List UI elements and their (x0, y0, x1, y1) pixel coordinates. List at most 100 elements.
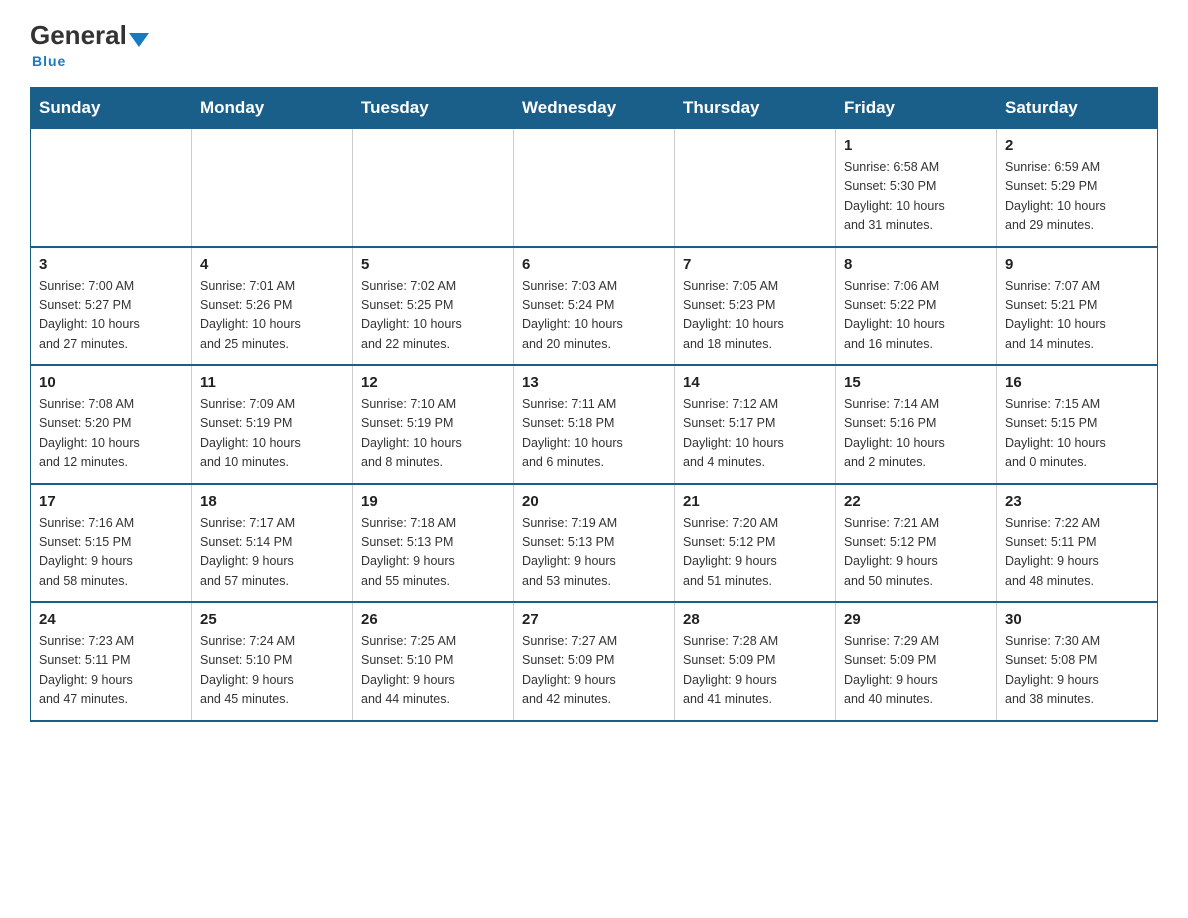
day-number: 21 (683, 493, 827, 510)
day-info: Sunrise: 7:08 AM Sunset: 5:20 PM Dayligh… (39, 395, 183, 473)
day-header-wednesday: Wednesday (514, 88, 675, 129)
day-info: Sunrise: 7:29 AM Sunset: 5:09 PM Dayligh… (844, 632, 988, 710)
day-info: Sunrise: 7:15 AM Sunset: 5:15 PM Dayligh… (1005, 395, 1149, 473)
calendar-cell: 13Sunrise: 7:11 AM Sunset: 5:18 PM Dayli… (514, 365, 675, 484)
day-number: 5 (361, 256, 505, 273)
day-number: 25 (200, 611, 344, 628)
day-info: Sunrise: 7:03 AM Sunset: 5:24 PM Dayligh… (522, 277, 666, 355)
day-info: Sunrise: 7:16 AM Sunset: 5:15 PM Dayligh… (39, 514, 183, 592)
day-info: Sunrise: 7:05 AM Sunset: 5:23 PM Dayligh… (683, 277, 827, 355)
day-number: 30 (1005, 611, 1149, 628)
day-header-saturday: Saturday (997, 88, 1158, 129)
calendar-cell: 16 Sunrise: 7:15 AM Sunset: 5:15 PM Dayli… (997, 365, 1158, 484)
calendar-cell: 26Sunrise: 7:25 AM Sunset: 5:10 PM Dayli… (353, 602, 514, 721)
day-number: 24 (39, 611, 183, 628)
calendar-cell: 20 Sunrise: 7:19 AM Sunset: 5:13 PM Dayli… (514, 484, 675, 603)
day-number: 17 (39, 493, 183, 510)
calendar-cell: 19 Sunrise: 7:18 AM Sunset: 5:13 PM Dayli… (353, 484, 514, 603)
calendar-cell: 10 Sunrise: 7:08 AM Sunset: 5:20 PM Dayli… (31, 365, 192, 484)
calendar-cell (675, 129, 836, 247)
calendar-cell: 28 Sunrise: 7:28 AM Sunset: 5:09 PM Dayli… (675, 602, 836, 721)
day-info: Sunrise: 6:58 AM Sunset: 5:30 PM Dayligh… (844, 158, 988, 236)
calendar-cell: 22Sunrise: 7:21 AM Sunset: 5:12 PM Dayli… (836, 484, 997, 603)
calendar-cell: 2 Sunrise: 6:59 AM Sunset: 5:29 PM Daylig… (997, 129, 1158, 247)
day-number: 23 (1005, 493, 1149, 510)
header: General Blue (30, 20, 1158, 69)
day-number: 9 (1005, 256, 1149, 273)
calendar-week-row: 10 Sunrise: 7:08 AM Sunset: 5:20 PM Dayli… (31, 365, 1158, 484)
day-number: 27 (522, 611, 666, 628)
day-number: 19 (361, 493, 505, 510)
day-number: 28 (683, 611, 827, 628)
day-info: Sunrise: 7:20 AM Sunset: 5:12 PM Dayligh… (683, 514, 827, 592)
logo-blue-text: Blue (32, 53, 66, 69)
day-info: Sunrise: 6:59 AM Sunset: 5:29 PM Dayligh… (1005, 158, 1149, 236)
logo-general-text: General (30, 20, 127, 51)
logo: General Blue (30, 20, 149, 69)
calendar-week-row: 24 Sunrise: 7:23 AM Sunset: 5:11 PM Dayli… (31, 602, 1158, 721)
calendar-week-row: 3 Sunrise: 7:00 AM Sunset: 5:27 PM Daylig… (31, 247, 1158, 366)
calendar-cell: 8 Sunrise: 7:06 AM Sunset: 5:22 PM Daylig… (836, 247, 997, 366)
calendar-cell: 7 Sunrise: 7:05 AM Sunset: 5:23 PM Daylig… (675, 247, 836, 366)
day-info: Sunrise: 7:02 AM Sunset: 5:25 PM Dayligh… (361, 277, 505, 355)
calendar-cell (31, 129, 192, 247)
day-number: 15 (844, 374, 988, 391)
day-info: Sunrise: 7:12 AM Sunset: 5:17 PM Dayligh… (683, 395, 827, 473)
day-info: Sunrise: 7:28 AM Sunset: 5:09 PM Dayligh… (683, 632, 827, 710)
calendar-table: SundayMondayTuesdayWednesdayThursdayFrid… (30, 87, 1158, 722)
day-number: 10 (39, 374, 183, 391)
day-info: Sunrise: 7:23 AM Sunset: 5:11 PM Dayligh… (39, 632, 183, 710)
day-number: 3 (39, 256, 183, 273)
calendar-cell: 12Sunrise: 7:10 AM Sunset: 5:19 PM Dayli… (353, 365, 514, 484)
day-number: 6 (522, 256, 666, 273)
calendar-cell (353, 129, 514, 247)
calendar-cell: 27 Sunrise: 7:27 AM Sunset: 5:09 PM Dayli… (514, 602, 675, 721)
calendar-cell: 11 Sunrise: 7:09 AM Sunset: 5:19 PM Dayli… (192, 365, 353, 484)
day-number: 16 (1005, 374, 1149, 391)
day-header-thursday: Thursday (675, 88, 836, 129)
day-number: 11 (200, 374, 344, 391)
calendar-cell: 6 Sunrise: 7:03 AM Sunset: 5:24 PM Daylig… (514, 247, 675, 366)
day-info: Sunrise: 7:19 AM Sunset: 5:13 PM Dayligh… (522, 514, 666, 592)
day-header-friday: Friday (836, 88, 997, 129)
calendar-cell: 15 Sunrise: 7:14 AM Sunset: 5:16 PM Dayli… (836, 365, 997, 484)
day-info: Sunrise: 7:25 AM Sunset: 5:10 PM Dayligh… (361, 632, 505, 710)
day-number: 20 (522, 493, 666, 510)
day-number: 29 (844, 611, 988, 628)
day-number: 4 (200, 256, 344, 273)
calendar-cell: 21 Sunrise: 7:20 AM Sunset: 5:12 PM Dayli… (675, 484, 836, 603)
day-number: 14 (683, 374, 827, 391)
day-info: Sunrise: 7:10 AM Sunset: 5:19 PM Dayligh… (361, 395, 505, 473)
day-info: Sunrise: 7:17 AM Sunset: 5:14 PM Dayligh… (200, 514, 344, 592)
day-info: Sunrise: 7:18 AM Sunset: 5:13 PM Dayligh… (361, 514, 505, 592)
calendar-cell: 9 Sunrise: 7:07 AM Sunset: 5:21 PM Daylig… (997, 247, 1158, 366)
calendar-cell: 18Sunrise: 7:17 AM Sunset: 5:14 PM Dayli… (192, 484, 353, 603)
day-header-monday: Monday (192, 88, 353, 129)
day-info: Sunrise: 7:00 AM Sunset: 5:27 PM Dayligh… (39, 277, 183, 355)
day-info: Sunrise: 7:06 AM Sunset: 5:22 PM Dayligh… (844, 277, 988, 355)
day-info: Sunrise: 7:07 AM Sunset: 5:21 PM Dayligh… (1005, 277, 1149, 355)
calendar-cell (192, 129, 353, 247)
logo-triangle-icon (129, 33, 149, 47)
calendar-cell: 17 Sunrise: 7:16 AM Sunset: 5:15 PM Dayli… (31, 484, 192, 603)
day-info: Sunrise: 7:27 AM Sunset: 5:09 PM Dayligh… (522, 632, 666, 710)
day-info: Sunrise: 7:01 AM Sunset: 5:26 PM Dayligh… (200, 277, 344, 355)
day-number: 1 (844, 137, 988, 154)
day-info: Sunrise: 7:14 AM Sunset: 5:16 PM Dayligh… (844, 395, 988, 473)
day-info: Sunrise: 7:09 AM Sunset: 5:19 PM Dayligh… (200, 395, 344, 473)
calendar-cell: 4 Sunrise: 7:01 AM Sunset: 5:26 PM Daylig… (192, 247, 353, 366)
day-header-sunday: Sunday (31, 88, 192, 129)
calendar-week-row: 1 Sunrise: 6:58 AM Sunset: 5:30 PM Daylig… (31, 129, 1158, 247)
day-info: Sunrise: 7:24 AM Sunset: 5:10 PM Dayligh… (200, 632, 344, 710)
day-info: Sunrise: 7:30 AM Sunset: 5:08 PM Dayligh… (1005, 632, 1149, 710)
days-header-row: SundayMondayTuesdayWednesdayThursdayFrid… (31, 88, 1158, 129)
day-info: Sunrise: 7:22 AM Sunset: 5:11 PM Dayligh… (1005, 514, 1149, 592)
calendar-cell: 24 Sunrise: 7:23 AM Sunset: 5:11 PM Dayli… (31, 602, 192, 721)
day-number: 2 (1005, 137, 1149, 154)
calendar-cell: 1 Sunrise: 6:58 AM Sunset: 5:30 PM Daylig… (836, 129, 997, 247)
day-number: 8 (844, 256, 988, 273)
calendar-cell: 14 Sunrise: 7:12 AM Sunset: 5:17 PM Dayli… (675, 365, 836, 484)
calendar-cell: 25 Sunrise: 7:24 AM Sunset: 5:10 PM Dayli… (192, 602, 353, 721)
calendar-cell: 5 Sunrise: 7:02 AM Sunset: 5:25 PM Daylig… (353, 247, 514, 366)
day-number: 7 (683, 256, 827, 273)
